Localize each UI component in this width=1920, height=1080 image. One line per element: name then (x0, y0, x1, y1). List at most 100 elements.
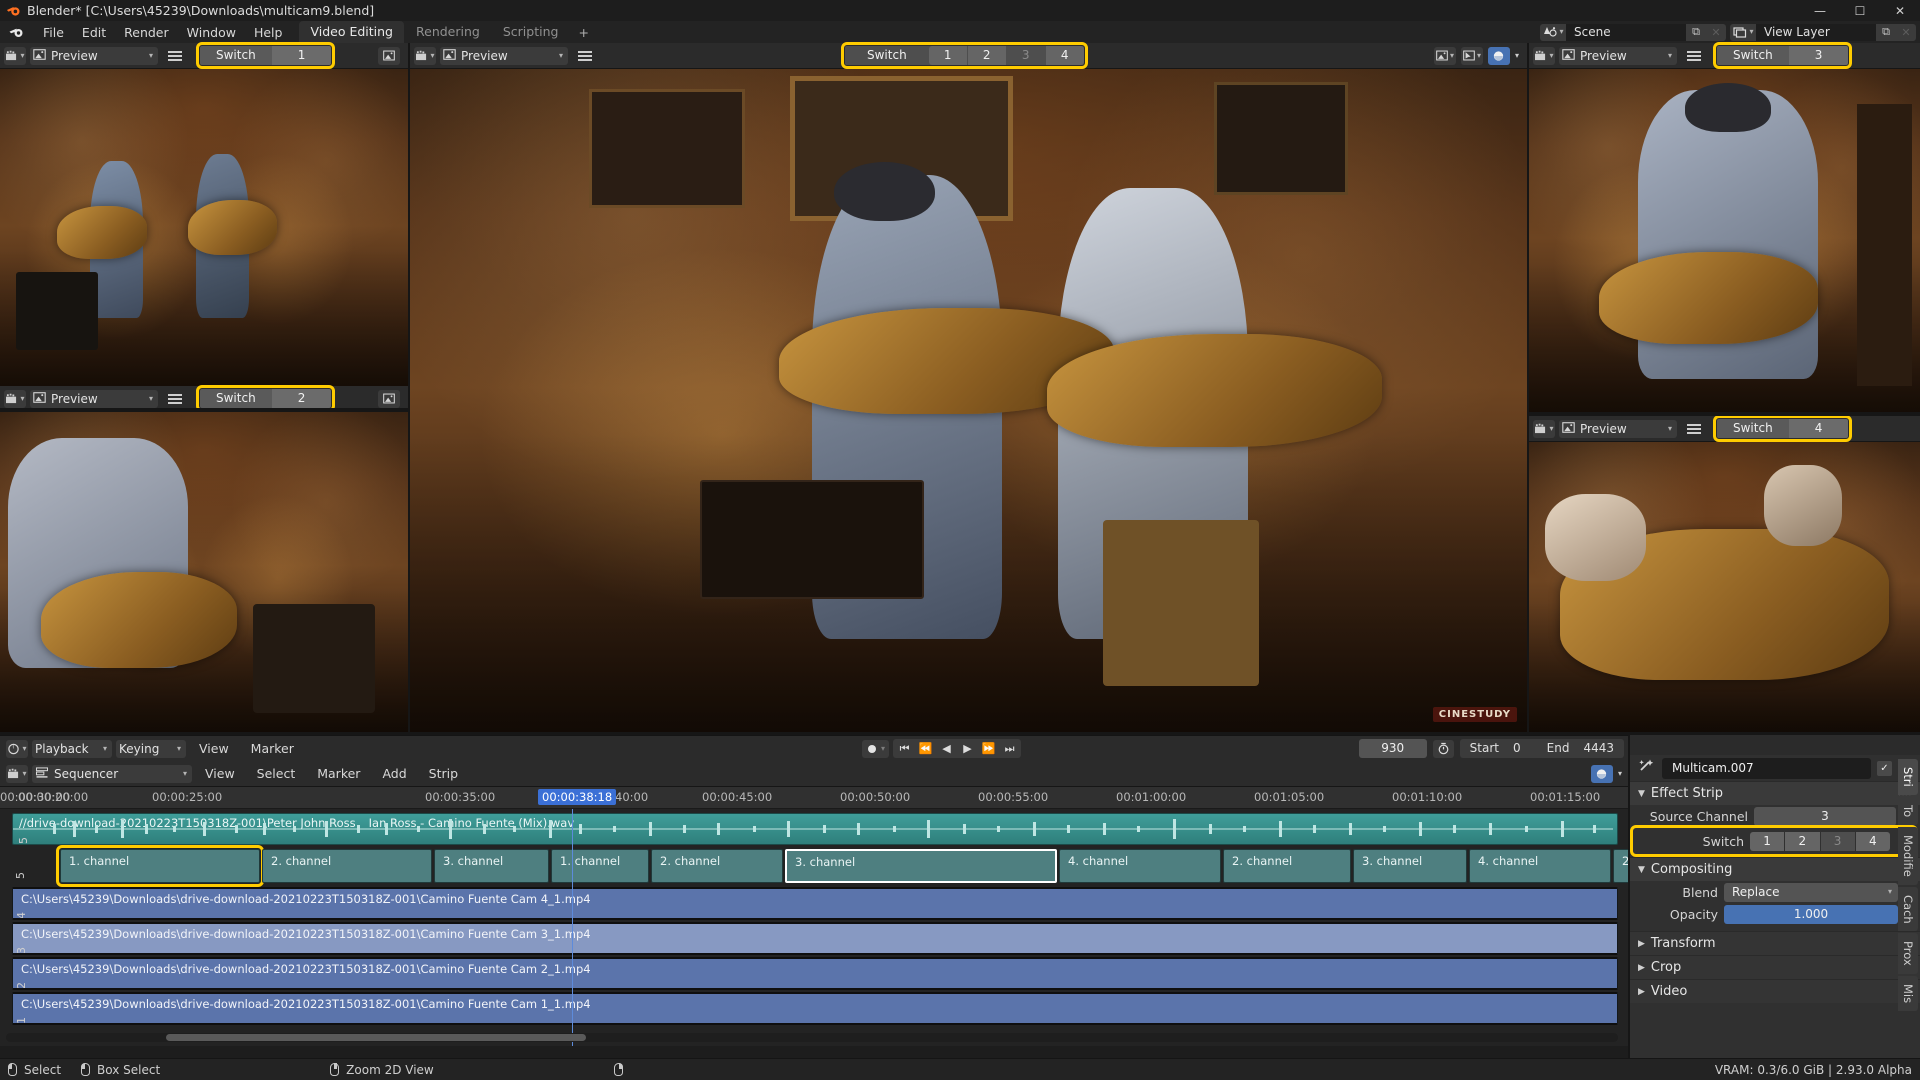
vtab-misc[interactable]: Mis (1898, 976, 1918, 1012)
sequencer-view-type-dropdown[interactable]: Sequencer ▾ (32, 764, 192, 783)
audio-strip[interactable]: //drive-download-20210223T150318Z-001\Pe… (12, 813, 1618, 845)
switch-button-2-center[interactable]: 2 (967, 46, 1006, 65)
movie-strip-channel-1[interactable]: C:\Users\45239\Downloads\drive-download-… (12, 992, 1618, 1025)
separator-left-mid[interactable] (0, 408, 408, 412)
tab-rendering[interactable]: Rendering (405, 21, 491, 43)
view-options-icon-bottom-right[interactable] (1681, 423, 1707, 434)
switch-value-top-left[interactable]: 1 (271, 46, 332, 65)
seq-select-menu[interactable]: Select (248, 764, 305, 783)
vtab-tool[interactable]: To (1898, 796, 1918, 825)
gizmo-icon-bottom-left[interactable] (378, 389, 400, 408)
display-mode-dropdown-bottom-right[interactable]: Preview ▾ (1559, 419, 1677, 438)
play-reverse-icon[interactable]: ◀ (937, 740, 956, 757)
prev-keyframe-icon[interactable]: ⏪ (916, 740, 935, 757)
crop-panel-header[interactable]: ▶ Crop ∷∷ (1630, 955, 1920, 979)
view-layer-selector[interactable]: ▾ View Layer ⧉ ✕ (1730, 23, 1916, 41)
strip-name-field[interactable]: Multicam.007 (1662, 757, 1871, 779)
seq-overlay-toggle-icon[interactable] (1590, 764, 1613, 783)
multicam-strip-9[interactable]: 3. channel (1353, 849, 1467, 883)
jump-to-end-icon[interactable]: ⏭ (1000, 740, 1019, 757)
gizmo-icon-top-left[interactable] (378, 46, 400, 65)
playhead[interactable] (572, 809, 573, 1046)
use-preview-range-icon[interactable] (1432, 739, 1454, 758)
source-channel-value[interactable]: 3 (1754, 806, 1896, 826)
view-layer-copy-button[interactable]: ⧉ (1876, 23, 1896, 41)
switch-operator-top-left[interactable]: Switch 1 (195, 42, 336, 69)
switch-button-4-center[interactable]: 4 (1045, 46, 1084, 65)
editor-type-icon-bottom-right[interactable]: ▾ (1533, 419, 1555, 438)
multicam-strip-7[interactable]: 4. channel (1059, 849, 1221, 883)
display-mode-dropdown-top-right[interactable]: Preview ▾ (1559, 46, 1677, 65)
editor-type-icon[interactable]: ▾ (4, 46, 26, 65)
preview-top-left[interactable] (0, 69, 408, 396)
vtab-modifiers[interactable]: Modifie (1898, 826, 1918, 885)
separator-right[interactable] (1527, 43, 1529, 732)
timeline-view-menu[interactable]: View (190, 739, 238, 758)
view-options-icon-top-right[interactable] (1681, 50, 1707, 61)
separator-properties[interactable] (1628, 735, 1630, 1058)
switch-button-2-properties[interactable]: 2 (1785, 831, 1820, 851)
switch-operator-bottom-right[interactable]: Switch 4 (1712, 415, 1853, 442)
seq-marker-menu[interactable]: Marker (308, 764, 369, 783)
close-button[interactable]: ✕ (1880, 0, 1920, 21)
effect-strip-panel-header[interactable]: ▼ Effect Strip ∷∷ (1630, 781, 1920, 805)
editor-type-icon-center[interactable]: ▾ (414, 46, 436, 65)
maximize-button[interactable]: ☐ (1840, 0, 1880, 21)
switch-button-3-properties[interactable]: 3 (1820, 831, 1855, 851)
minimize-button[interactable]: — (1800, 0, 1840, 21)
view-options-icon-center[interactable] (572, 50, 598, 61)
sequencer-hscrollbar[interactable] (6, 1033, 1618, 1042)
movie-strip-channel-3[interactable]: C:\Users\45239\Downloads\drive-download-… (12, 922, 1618, 955)
scene-copy-button[interactable]: ⧉ (1686, 23, 1706, 41)
playhead-time-label[interactable]: 00:00:38:18 (538, 789, 617, 805)
auto-keying-toggle[interactable]: ▾ (862, 739, 890, 758)
view-options-icon-bottom-left[interactable] (162, 393, 188, 404)
switch-button-1-properties[interactable]: 1 (1750, 831, 1785, 851)
preview-center[interactable]: CINESTUDY (410, 69, 1527, 732)
multicam-strip-2[interactable]: 2. channel (262, 849, 432, 883)
timeline-marker-menu[interactable]: Marker (242, 739, 303, 758)
multicam-strip-8[interactable]: 2. channel (1223, 849, 1351, 883)
sequencer-ruler[interactable]: 00:00:20:00 00:00:25:00 00:00:30:00 00:0… (0, 787, 1630, 809)
transform-panel-header[interactable]: ▶ Transform ∷∷ (1630, 931, 1920, 955)
seq-strip-menu[interactable]: Strip (420, 764, 467, 783)
overlay-icon-center[interactable]: ▾ (1433, 46, 1456, 65)
compositing-panel-header[interactable]: ▼ Compositing ∷∷ (1630, 857, 1920, 881)
multicam-strip-10[interactable]: 4. channel (1469, 849, 1611, 883)
scene-selector[interactable]: ▾ Scene ⧉ ✕ (1540, 23, 1726, 41)
switch-operator-center[interactable]: Switch 1 2 3 4 (841, 42, 1088, 69)
add-workspace-button[interactable]: + (570, 22, 596, 43)
editor-type-icon-top-right[interactable]: ▾ (1533, 46, 1555, 65)
switch-value-bottom-right[interactable]: 4 (1788, 419, 1849, 438)
scene-preview-toggle-icon[interactable] (1487, 46, 1510, 65)
sequencer-canvas[interactable]: //drive-download-20210223T150318Z-001\Pe… (0, 809, 1630, 1046)
display-mode-dropdown-top-left[interactable]: Preview ▾ (30, 46, 158, 65)
keying-menu[interactable]: Keying ▾ (116, 739, 186, 758)
timeline-editor-icon[interactable]: ▾ (6, 739, 28, 758)
blend-dropdown[interactable]: Replace ▾ (1724, 882, 1898, 902)
multicam-strip-4[interactable]: 1. channel (551, 849, 649, 883)
separator-left[interactable] (408, 43, 410, 732)
tab-scripting[interactable]: Scripting (492, 21, 570, 43)
vtab-strip[interactable]: Stri (1898, 759, 1918, 795)
play-icon[interactable]: ▶ (958, 740, 977, 757)
next-keyframe-icon[interactable]: ⏩ (979, 740, 998, 757)
switch-operator-bottom-left[interactable]: Switch 2 (195, 385, 336, 412)
movie-strip-channel-2[interactable]: C:\Users\45239\Downloads\drive-download-… (12, 957, 1618, 990)
switch-button-3-center[interactable]: 3 (1006, 46, 1045, 65)
jump-to-start-icon[interactable]: ⏮ (895, 740, 914, 757)
display-mode-dropdown-center[interactable]: Preview ▾ (440, 46, 568, 65)
current-frame-field[interactable]: 930 (1358, 739, 1427, 758)
blender-menu-icon[interactable] (6, 23, 26, 41)
preview-bottom-right[interactable] (1529, 442, 1920, 732)
switch-value-top-right[interactable]: 3 (1788, 46, 1849, 65)
gizmo-icon-center[interactable]: ▾ (1460, 46, 1483, 65)
preview-bottom-left[interactable] (0, 412, 408, 732)
sequencer-editor-icon[interactable]: ▾ (6, 764, 28, 783)
end-value[interactable]: 4443 (1583, 739, 1614, 758)
menu-render[interactable]: Render (115, 23, 178, 42)
multicam-strip-5[interactable]: 2. channel (651, 849, 783, 883)
multicam-strip-3[interactable]: 3. channel (434, 849, 549, 883)
menu-edit[interactable]: Edit (73, 23, 115, 42)
seq-view-menu[interactable]: View (196, 764, 244, 783)
